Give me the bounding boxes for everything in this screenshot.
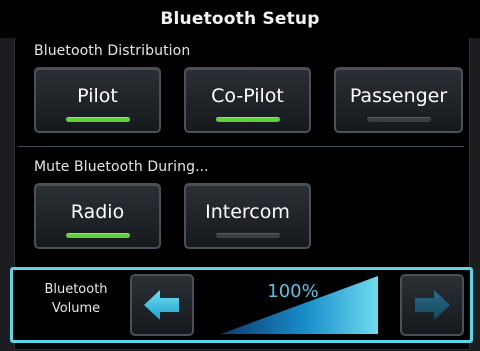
volume-label-line2: Volume bbox=[51, 301, 101, 316]
co-pilot-button-label: Co-Pilot bbox=[211, 85, 284, 107]
passenger-button-label: Passenger bbox=[349, 85, 448, 107]
intercom-annunciator bbox=[215, 233, 280, 238]
radio-button[interactable]: Radio bbox=[34, 183, 161, 249]
title-bar: Bluetooth Setup bbox=[0, 0, 480, 38]
co-pilot-button[interactable]: Co-Pilot bbox=[184, 67, 311, 133]
radio-button-label: Radio bbox=[70, 201, 125, 223]
volume-label-line1: Bluetooth bbox=[44, 282, 108, 297]
intercom-button-label: Intercom bbox=[205, 201, 290, 223]
pilot-button[interactable]: Pilot bbox=[34, 67, 161, 133]
volume-slider[interactable]: 100% bbox=[218, 274, 380, 336]
co-pilot-annunciator bbox=[215, 117, 280, 122]
page-title: Bluetooth Setup bbox=[160, 9, 320, 29]
passenger-annunciator bbox=[366, 117, 431, 122]
volume-decrease-button[interactable] bbox=[130, 274, 194, 336]
volume-control: Bluetooth Volume 100% bbox=[10, 267, 473, 343]
volume-percent: 100% bbox=[267, 281, 319, 302]
mute-section-label: Mute Bluetooth During... bbox=[34, 159, 209, 175]
intercom-button[interactable]: Intercom bbox=[184, 183, 311, 249]
volume-increase-button[interactable] bbox=[400, 274, 464, 336]
section-divider bbox=[18, 146, 464, 147]
volume-label: Bluetooth Volume bbox=[27, 280, 125, 318]
arrow-left-icon bbox=[142, 287, 182, 323]
pilot-button-label: Pilot bbox=[77, 85, 118, 107]
distribution-section-label: Bluetooth Distribution bbox=[34, 43, 191, 59]
radio-annunciator bbox=[65, 233, 130, 238]
pilot-annunciator bbox=[65, 117, 130, 122]
arrow-right-icon bbox=[412, 287, 452, 323]
passenger-button[interactable]: Passenger bbox=[334, 67, 463, 133]
